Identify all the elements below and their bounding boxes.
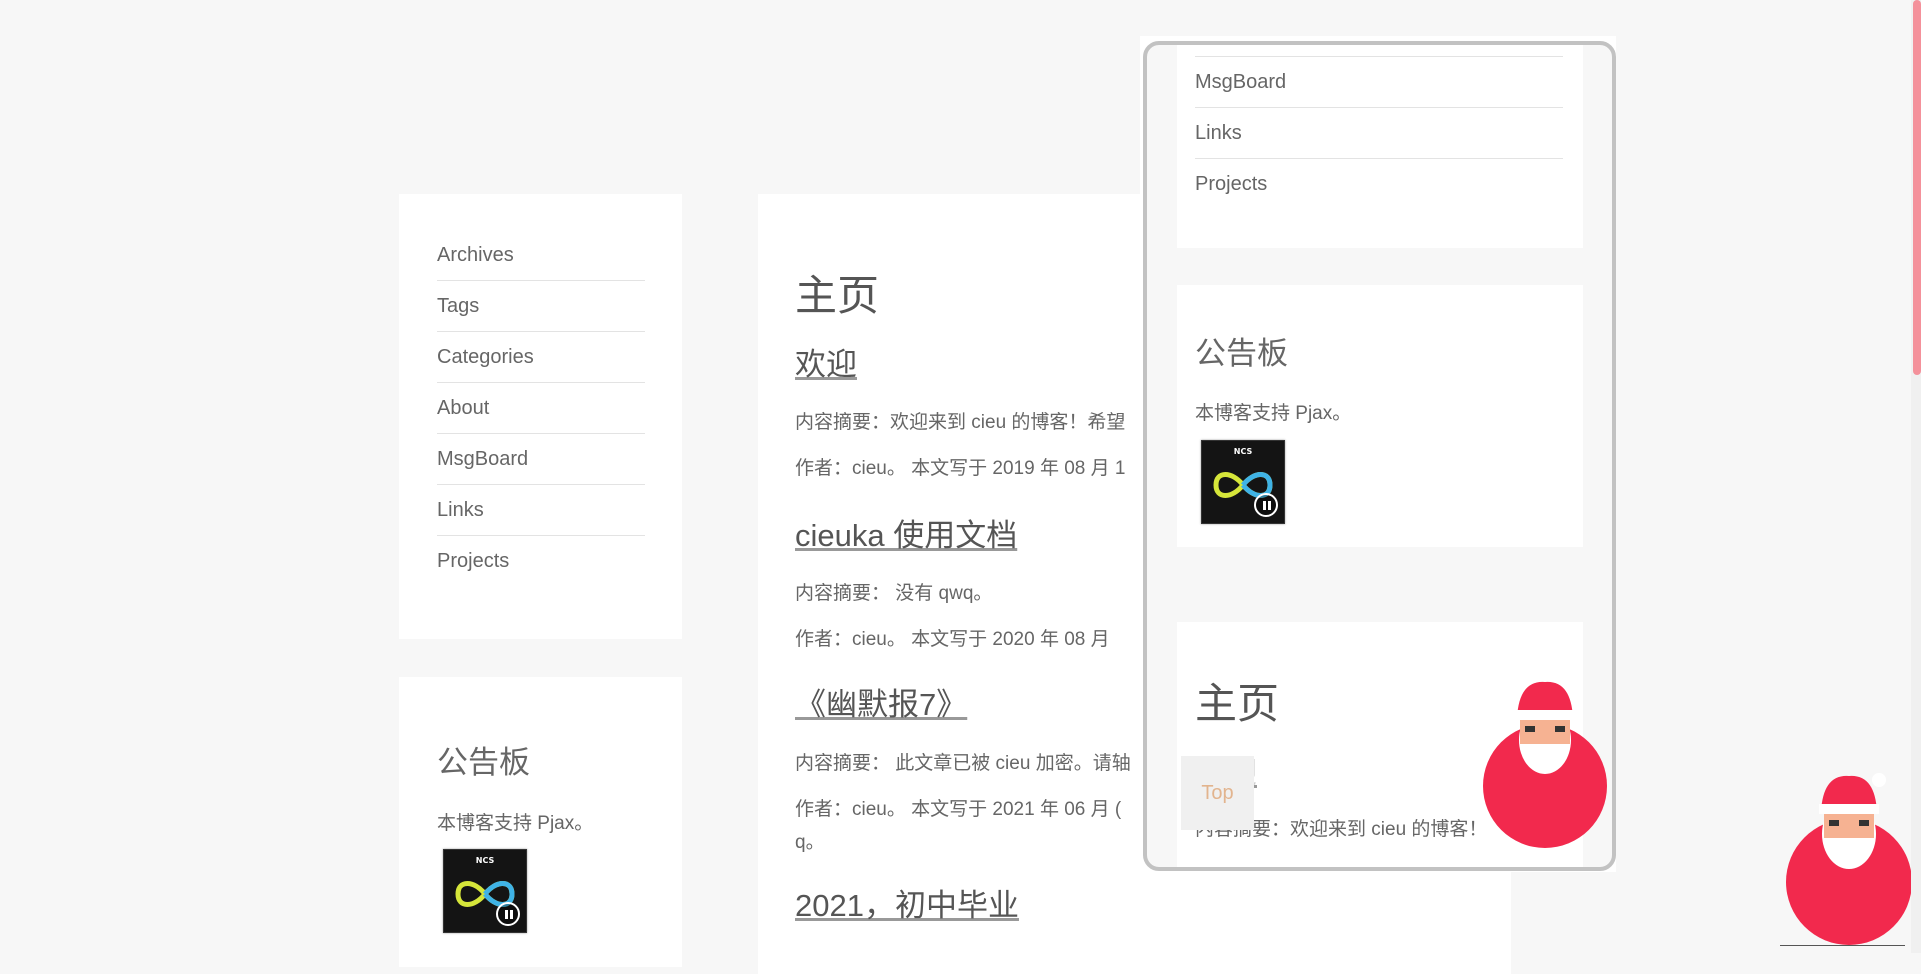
divider	[1780, 945, 1905, 946]
post-title[interactable]: cieuka 使用文档	[795, 510, 1140, 555]
santa-mascot-icon[interactable]	[1782, 770, 1917, 945]
post-summary: 内容摘要： 此文章已被 cieu 加密。请轴	[795, 753, 1131, 774]
post-meta-wrap: q。	[795, 832, 825, 853]
preview-notice-card: 公告板 本博客支持 Pjax。 NCS	[1177, 285, 1583, 547]
nav-item[interactable]: MsgBoard	[1195, 56, 1563, 108]
nav-item[interactable]: Archives	[437, 230, 645, 281]
page-scrollbar-thumb[interactable]	[1913, 0, 1921, 375]
nav-item[interactable]: Links	[1195, 108, 1563, 159]
sidebar-nav-card: Archives Tags Categories About MsgBoard Links…	[399, 194, 682, 639]
nav-item[interactable]: Categories	[437, 332, 645, 383]
post-title[interactable]: 欢迎	[795, 339, 1140, 384]
preview-music-album[interactable]: NCS	[1201, 440, 1285, 524]
post-summary: 内容摘要： 没有 qwq。	[795, 583, 993, 604]
page-scrollbar-track[interactable]	[1911, 0, 1921, 953]
sidebar-notice-card: 公告板 本博客支持 Pjax。 NCS	[399, 677, 682, 967]
preview-nav-card: MsgBoard Links Projects	[1177, 45, 1583, 248]
pause-icon[interactable]	[496, 902, 520, 926]
preview-panel: MsgBoard Links Projects 公告板 本博客支持 Pjax。 NC…	[1140, 36, 1616, 872]
nav-item[interactable]: Tags	[437, 281, 645, 332]
preview-page-title: 主页	[1195, 680, 1280, 727]
sidebar-nav: Archives Tags Categories About MsgBoard Links…	[437, 230, 645, 586]
page-title: 主页	[795, 272, 880, 319]
post-item: cieuka 使用文档	[795, 510, 1140, 555]
post-summary: 内容摘要：欢迎来到 cieu 的博客！希望	[795, 412, 1126, 433]
santa-mascot-icon[interactable]	[1479, 678, 1609, 848]
notice-title: 公告板	[437, 745, 530, 780]
post-title[interactable]: 2021，初中毕业	[795, 880, 1140, 925]
nav-item[interactable]: About	[437, 383, 645, 434]
nav-item[interactable]: Projects	[437, 536, 645, 586]
post-item: 2021，初中毕业	[795, 880, 1140, 925]
nav-item[interactable]: Projects	[1195, 159, 1563, 209]
post-meta: 作者：cieu。 本文写于 2019 年 08 月 1	[795, 458, 1126, 479]
back-to-top-button[interactable]: Top	[1181, 756, 1254, 830]
post-item: 《幽默报7》	[795, 679, 1140, 724]
preview-notice-title: 公告板	[1195, 336, 1288, 371]
post-meta: 作者：cieu。 本文写于 2020 年 08 月	[795, 629, 1110, 650]
post-item: 欢迎	[795, 339, 1140, 384]
post-meta: 作者：cieu。 本文写于 2021 年 06 月 (	[795, 799, 1122, 820]
preview-notice-text: 本博客支持 Pjax。	[1195, 403, 1352, 424]
music-player-album[interactable]: NCS	[443, 849, 527, 933]
notice-text: 本博客支持 Pjax。	[437, 813, 594, 834]
post-title[interactable]: 《幽默报7》	[795, 679, 1140, 724]
pause-icon[interactable]	[1254, 493, 1278, 517]
preview-frame: MsgBoard Links Projects 公告板 本博客支持 Pjax。 NC…	[1143, 41, 1616, 871]
preview-nav: MsgBoard Links Projects	[1195, 56, 1563, 209]
nav-item[interactable]: Links	[437, 485, 645, 536]
nav-item[interactable]: MsgBoard	[437, 434, 645, 485]
